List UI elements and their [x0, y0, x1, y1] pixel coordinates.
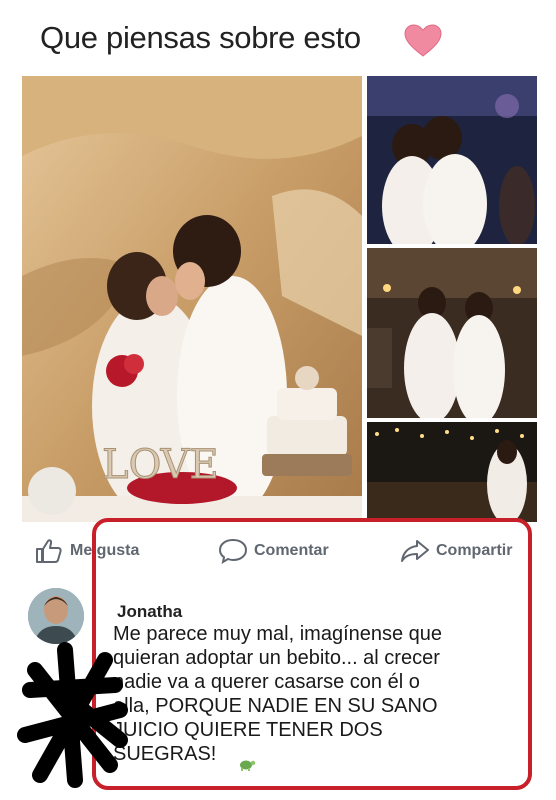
- wedding-photo-kiss[interactable]: [367, 76, 537, 244]
- avatar[interactable]: [28, 588, 84, 644]
- censor-scribble: [17, 642, 128, 788]
- wedding-photo-toast[interactable]: [367, 248, 537, 418]
- wedding-photo-night[interactable]: [367, 422, 537, 522]
- heart-icon: [404, 24, 442, 57]
- thumbs-up-icon: [36, 539, 62, 563]
- post-title: Que piensas sobre esto: [40, 20, 361, 55]
- wedding-photo-main[interactable]: LOVE: [22, 76, 362, 522]
- highlight-box: [92, 518, 532, 790]
- love-sign: LOVE: [102, 442, 219, 488]
- photo-collage[interactable]: LOVE: [22, 76, 537, 524]
